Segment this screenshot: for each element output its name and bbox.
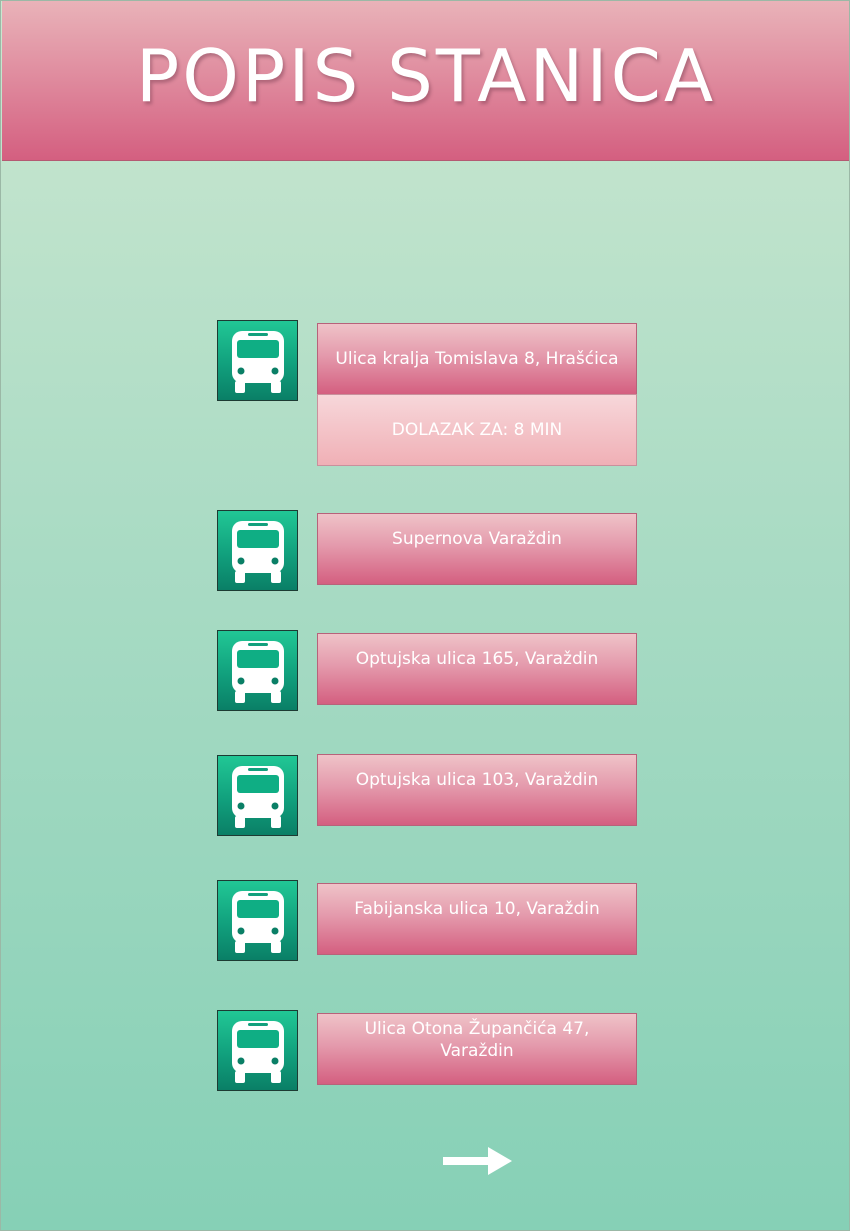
bus-icon[interactable]	[217, 510, 298, 591]
station-item-2[interactable]: Supernova Varaždin	[317, 513, 637, 585]
bus-icon[interactable]	[217, 630, 298, 711]
station-name: Supernova Varaždin	[392, 529, 562, 549]
station-name: Optujska ulica 103, Varaždin	[355, 770, 599, 790]
arrow-right-icon[interactable]	[442, 1143, 514, 1179]
page-title: POPIS STANICA	[135, 34, 717, 118]
station-name: Ulica kralja Tomislava 8, Hrašćica	[335, 349, 619, 369]
arrival-time: DOLAZAK ZA: 8 MIN	[317, 394, 637, 466]
arrival-label: DOLAZAK ZA: 8 MIN	[391, 420, 563, 440]
bus-icon[interactable]	[217, 320, 298, 401]
bus-icon[interactable]	[217, 1010, 298, 1091]
station-item-6[interactable]: Ulica Otona Župančića 47, Varaždin	[317, 1013, 637, 1085]
bus-icon[interactable]	[217, 880, 298, 961]
station-item-4[interactable]: Optujska ulica 103, Varaždin	[317, 754, 637, 826]
station-item-5[interactable]: Fabijanska ulica 10, Varaždin	[317, 883, 637, 955]
station-name: Fabijanska ulica 10, Varaždin	[354, 899, 600, 919]
station-item-3[interactable]: Optujska ulica 165, Varaždin	[317, 633, 637, 705]
station-item-1[interactable]: Ulica kralja Tomislava 8, Hrašćica	[317, 323, 637, 395]
station-name: Optujska ulica 165, Varaždin	[355, 649, 599, 669]
station-name: Ulica Otona Župančića 47, Varaždin	[364, 1019, 590, 1061]
bus-icon[interactable]	[217, 755, 298, 836]
page-header: POPIS STANICA	[2, 0, 850, 161]
